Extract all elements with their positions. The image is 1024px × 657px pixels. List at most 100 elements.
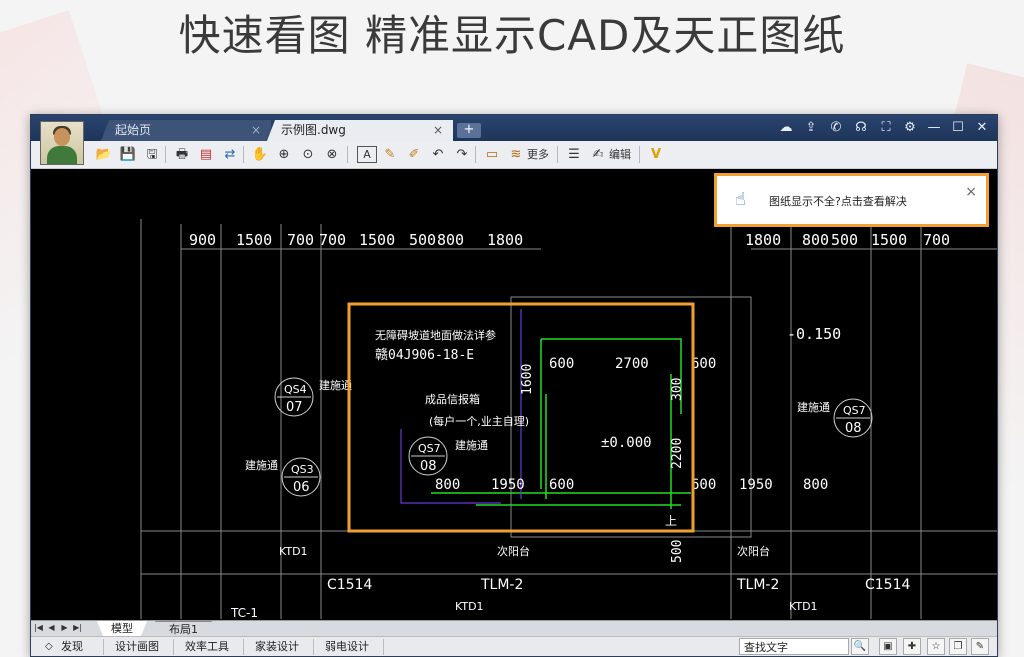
dim-label: 1950 xyxy=(739,477,773,493)
first-layout-icon[interactable]: |◀ xyxy=(33,622,44,634)
next-layout-icon[interactable]: ▶ xyxy=(59,622,70,634)
tag-label: 建施通 xyxy=(245,458,278,472)
tab-model[interactable]: 模型 xyxy=(97,621,147,636)
ktd-label: KTD1 xyxy=(455,600,484,613)
annotate-icon[interactable]: ✎ xyxy=(971,638,989,655)
tab-layout1[interactable]: 布局1 xyxy=(155,621,212,637)
dim-label: 800 xyxy=(802,231,829,249)
more-button[interactable]: 更多 xyxy=(527,144,549,165)
dim-label: 500 xyxy=(831,231,858,249)
snap-icon[interactable]: ▣ xyxy=(879,638,897,655)
redo-icon[interactable]: ↷ xyxy=(453,144,471,165)
status-item-efficiency-tools[interactable]: 效率工具 xyxy=(185,638,229,656)
tag-code: QS7 xyxy=(843,404,866,417)
export-icon[interactable]: ⇄ xyxy=(221,144,239,165)
dim-label: 600 xyxy=(691,477,716,493)
note-text: 赣04J906-18-E xyxy=(375,348,474,363)
tab-label: 起始页 xyxy=(115,123,152,137)
zoom-in-icon[interactable]: ⊕ xyxy=(275,144,293,165)
status-item-home-design[interactable]: 家装设计 xyxy=(255,638,299,656)
page-headline: 快速看图 精准显示CAD及天正图纸 xyxy=(178,11,846,60)
layout-tabs-bar: |◀ ◀ ▶ ▶| 模型 布局1 xyxy=(31,620,997,637)
close-icon[interactable]: × xyxy=(965,184,977,200)
drawing-canvas[interactable]: 900 1500 700 700 1500 500 800 1800 1800 … xyxy=(31,169,997,619)
layers-icon[interactable]: ☰ xyxy=(565,144,583,165)
headset-icon[interactable]: ☊ xyxy=(852,119,870,137)
search-icon[interactable]: 🔍 xyxy=(851,638,869,655)
dim-label: 1500 xyxy=(236,231,272,249)
zoom-extents-icon[interactable]: ⊗ xyxy=(323,144,341,165)
last-layout-icon[interactable]: ▶| xyxy=(72,622,83,634)
elevation-label: -0.150 xyxy=(787,325,841,343)
toolbar: 📂 💾 🖫 🖶 ▤ ⇄ ✋ ⊕ ⊙ ⊗ A ✎ ✐ ↶ ↷ ▭ ≋ 更多 ☰ ✍… xyxy=(31,141,997,169)
dim-label: 700 xyxy=(923,231,950,249)
window-label: C1514 xyxy=(865,577,910,593)
undo-icon[interactable]: ↶ xyxy=(429,144,447,165)
crosshair-icon[interactable]: ✚ xyxy=(903,638,921,655)
dim-label: 2700 xyxy=(615,356,649,372)
dim-label: 500 xyxy=(670,540,685,563)
search-text-input[interactable]: 查找文字 xyxy=(739,638,849,655)
tag-code: QS4 xyxy=(284,383,307,396)
save-as-icon[interactable]: 🖫 xyxy=(143,144,161,165)
tab-close-icon[interactable]: × xyxy=(251,120,261,141)
edit-button[interactable]: 编辑 xyxy=(609,144,631,165)
measure-icon[interactable]: ▭ xyxy=(483,144,501,165)
notice-message[interactable]: 图纸显示不全?点击查看解决 xyxy=(769,193,907,209)
share-icon[interactable]: ⇪ xyxy=(802,119,820,137)
status-item-discover[interactable]: 发现 xyxy=(61,638,83,656)
avatar[interactable] xyxy=(40,121,84,165)
prev-layout-icon[interactable]: ◀ xyxy=(46,622,57,634)
close-button[interactable]: ✕ xyxy=(973,119,991,137)
maximize-button[interactable]: ☐ xyxy=(949,119,967,137)
open-icon[interactable]: 📂 xyxy=(95,144,113,165)
tab-example-dwg[interactable]: 示例图.dwg × xyxy=(267,120,453,141)
wechat-icon[interactable]: ✆ xyxy=(827,119,845,137)
dim-label: 1500 xyxy=(359,231,395,249)
tag-num: 06 xyxy=(293,480,310,495)
save-icon[interactable]: 💾 xyxy=(119,144,137,165)
tag-label: 建施通 xyxy=(455,438,488,452)
pdf-icon[interactable]: ▤ xyxy=(197,144,215,165)
minimize-button[interactable]: — xyxy=(925,119,943,137)
tag-code: QS3 xyxy=(291,463,314,476)
cloud-icon[interactable]: ☁ xyxy=(777,119,795,137)
fullscreen-icon[interactable]: ⛶ xyxy=(877,119,895,137)
hand-pointer-icon: ☝ xyxy=(735,189,746,210)
star-icon[interactable]: ☆ xyxy=(927,638,945,655)
ktd-label: KTD1 xyxy=(279,545,308,558)
vip-icon[interactable]: V xyxy=(647,144,665,165)
highlighter-icon[interactable]: ✐ xyxy=(405,144,423,165)
measure-more-icon[interactable]: ≋ xyxy=(507,144,525,165)
dim-label: 上 xyxy=(665,514,677,528)
tab-start-page[interactable]: 起始页 × xyxy=(101,120,271,141)
dim-label: 300 xyxy=(670,378,685,401)
status-item-design-draw[interactable]: 设计画图 xyxy=(115,638,159,656)
tag-num: 07 xyxy=(286,400,303,415)
note-text: (每户一个,业主自理) xyxy=(429,414,529,428)
tag-num: 08 xyxy=(845,421,862,436)
text-tool-icon[interactable]: A xyxy=(357,146,377,163)
ktd-label: KTD1 xyxy=(789,600,818,613)
dim-label: 800 xyxy=(803,477,828,493)
dim-label: 1950 xyxy=(491,477,525,493)
window-label: TC-1 xyxy=(230,606,258,619)
tag-label: 建施通 xyxy=(319,378,352,392)
tab-label: 示例图.dwg xyxy=(281,123,346,137)
edit-icon[interactable]: ✍ xyxy=(589,144,607,165)
pan-icon[interactable]: ✋ xyxy=(251,144,269,165)
dim-label: 600 xyxy=(691,356,716,372)
tab-close-icon[interactable]: × xyxy=(433,120,443,141)
status-item-low-voltage-design[interactable]: 弱电设计 xyxy=(325,638,369,656)
dim-label: 500 xyxy=(409,231,436,249)
zoom-window-icon[interactable]: ⊙ xyxy=(299,144,317,165)
new-tab-button[interactable]: + xyxy=(457,123,481,138)
diamond-icon: ◇ xyxy=(45,641,53,652)
notice-popup[interactable]: ☝ 图纸显示不全?点击查看解决 × xyxy=(714,173,989,227)
print-icon[interactable]: 🖶 xyxy=(173,144,191,165)
pencil-icon[interactable]: ✎ xyxy=(381,144,399,165)
tag-num: 08 xyxy=(420,459,437,474)
settings-icon[interactable]: ⚙ xyxy=(901,119,919,137)
copy-icon[interactable]: ❐ xyxy=(949,638,967,655)
dim-label: 1600 xyxy=(520,364,535,395)
